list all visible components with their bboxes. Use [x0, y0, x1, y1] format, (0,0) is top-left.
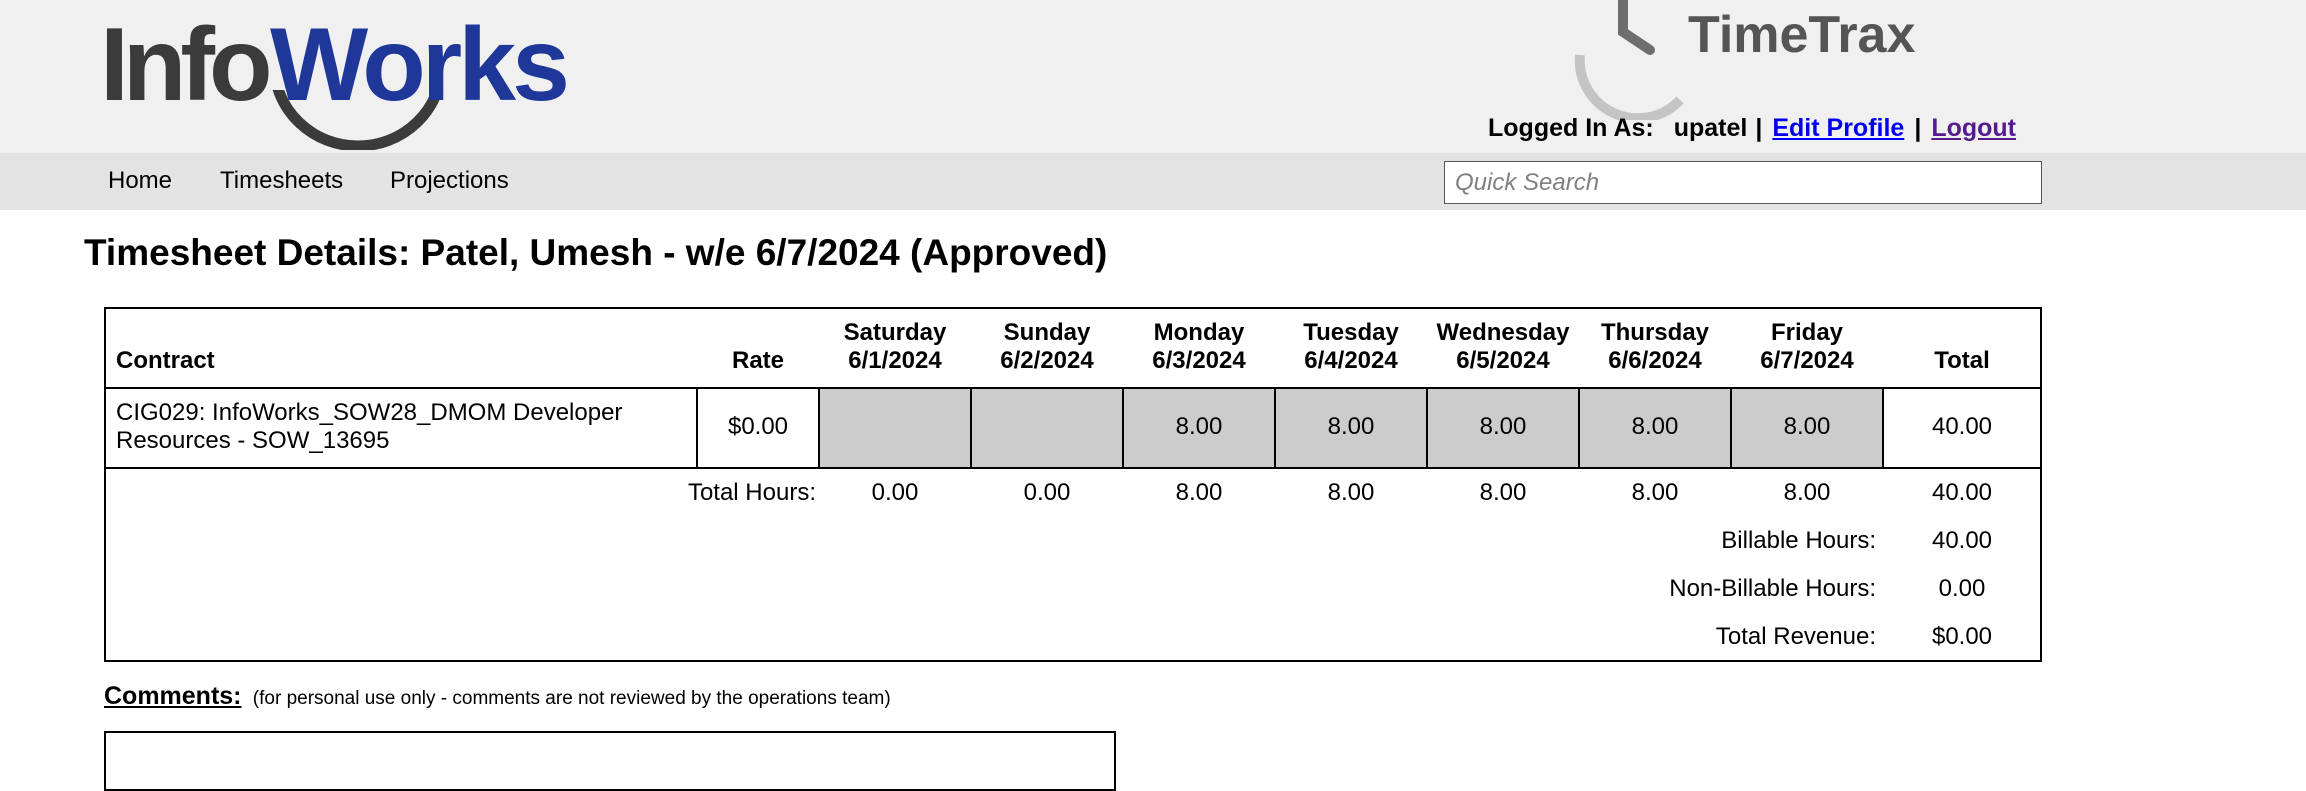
nav-projections[interactable]: Projections [390, 167, 509, 195]
row-total-value: 40.00 [1931, 413, 1993, 440]
total-revenue-label: Total Revenue: [1715, 623, 1876, 650]
logged-in-label: Logged In As: [1488, 113, 1654, 142]
grand-total-hours: 40.00 [1931, 479, 1993, 506]
total-hours-value: 8.00 [1175, 479, 1223, 506]
clock-icon [1618, 0, 1655, 55]
billable-hours-label: Billable Hours: [1721, 527, 1876, 554]
edit-profile-link[interactable]: Edit Profile [1772, 114, 1904, 143]
contract-name: CIG029: InfoWorks_SOW28_DMOM Developer R… [116, 399, 623, 454]
non-billable-hours-label: Non-Billable Hours: [1669, 575, 1876, 602]
row-divider [106, 467, 2040, 469]
col-header-day: Thursday 6/6/2024 [1580, 319, 1730, 375]
hours-value: 8.00 [1175, 413, 1223, 440]
col-header-rate: Rate [731, 347, 785, 374]
day-date: 6/7/2024 [1760, 347, 1854, 374]
separator: | [1914, 113, 1922, 142]
col-divider [970, 387, 972, 469]
comments-note: (for personal use only - comments are no… [252, 688, 891, 709]
billable-hours-value: 40.00 [1931, 527, 1993, 554]
hours-cell-bg [971, 389, 1123, 467]
non-billable-hours-value: 0.00 [1938, 575, 1986, 602]
total-hours-value: 0.00 [1023, 479, 1071, 506]
total-hours-value: 8.00 [1479, 479, 1527, 506]
col-header-day: Tuesday 6/4/2024 [1276, 319, 1426, 375]
total-hours-value: 8.00 [1631, 479, 1679, 506]
hours-value: 8.00 [1479, 413, 1527, 440]
day-name: Wednesday [1436, 319, 1570, 346]
page-title: Timesheet Details: Patel, Umesh - w/e 6/… [84, 232, 1108, 273]
timesheet-table: Contract Rate Saturday 6/1/2024 Sunday 6… [104, 307, 2042, 662]
day-date: 6/2/2024 [1000, 347, 1094, 374]
day-date: 6/5/2024 [1456, 347, 1550, 374]
day-name: Monday [1153, 319, 1245, 346]
total-hours-value: 8.00 [1783, 479, 1831, 506]
col-header-day: Sunday 6/2/2024 [972, 319, 1122, 375]
timetrax-text: TimeTrax [1688, 6, 1915, 64]
day-date: 6/6/2024 [1608, 347, 1702, 374]
total-hours-label: Total Hours: [687, 479, 816, 506]
col-header-contract: Contract [116, 347, 215, 374]
hours-value: 8.00 [1327, 413, 1375, 440]
day-name: Friday [1770, 319, 1844, 346]
rate-value: $0.00 [727, 413, 789, 440]
nav-home[interactable]: Home [108, 167, 172, 195]
day-date: 6/3/2024 [1152, 347, 1246, 374]
day-name: Thursday [1600, 319, 1710, 346]
hours-value: 8.00 [1783, 413, 1831, 440]
logo-text-info: Info [100, 7, 269, 123]
quick-search-input[interactable] [1444, 161, 2042, 204]
col-header-total: Total [1934, 347, 1990, 374]
day-name: Saturday [843, 319, 947, 346]
col-divider [818, 387, 820, 469]
col-header-day: Friday 6/7/2024 [1732, 319, 1882, 375]
comments-textarea[interactable] [104, 731, 1116, 791]
total-hours-value: 8.00 [1327, 479, 1375, 506]
separator: | [1755, 113, 1763, 142]
comments-section: Comments: (for personal use only - comme… [104, 682, 891, 711]
logo-text-works: Works [270, 7, 566, 123]
day-date: 6/1/2024 [848, 347, 942, 374]
infoworks-logo: Info Works [100, 0, 570, 150]
login-status: Logged In As: upatel | Edit Profile | Lo… [1488, 110, 2016, 146]
username: upatel [1673, 113, 1748, 142]
page-header: Info Works TimeTrax Logged In As: upatel… [0, 0, 2306, 153]
day-date: 6/4/2024 [1304, 347, 1398, 374]
day-name: Sunday [1003, 319, 1091, 346]
hours-value: 8.00 [1631, 413, 1679, 440]
day-name: Tuesday [1303, 319, 1399, 346]
total-hours-value: 0.00 [871, 479, 919, 506]
col-header-day: Wednesday 6/5/2024 [1428, 319, 1578, 375]
logout-link[interactable]: Logout [1931, 114, 2016, 143]
row-divider [106, 387, 2040, 389]
nav-timesheets[interactable]: Timesheets [220, 167, 343, 195]
hours-cell-bg [819, 389, 971, 467]
comments-heading: Comments: [104, 682, 242, 710]
col-header-day: Monday 6/3/2024 [1124, 319, 1274, 375]
col-header-day: Saturday 6/1/2024 [820, 319, 970, 375]
total-revenue-value: $0.00 [1931, 623, 1993, 650]
timetrax-logo: TimeTrax [1574, 0, 1915, 120]
